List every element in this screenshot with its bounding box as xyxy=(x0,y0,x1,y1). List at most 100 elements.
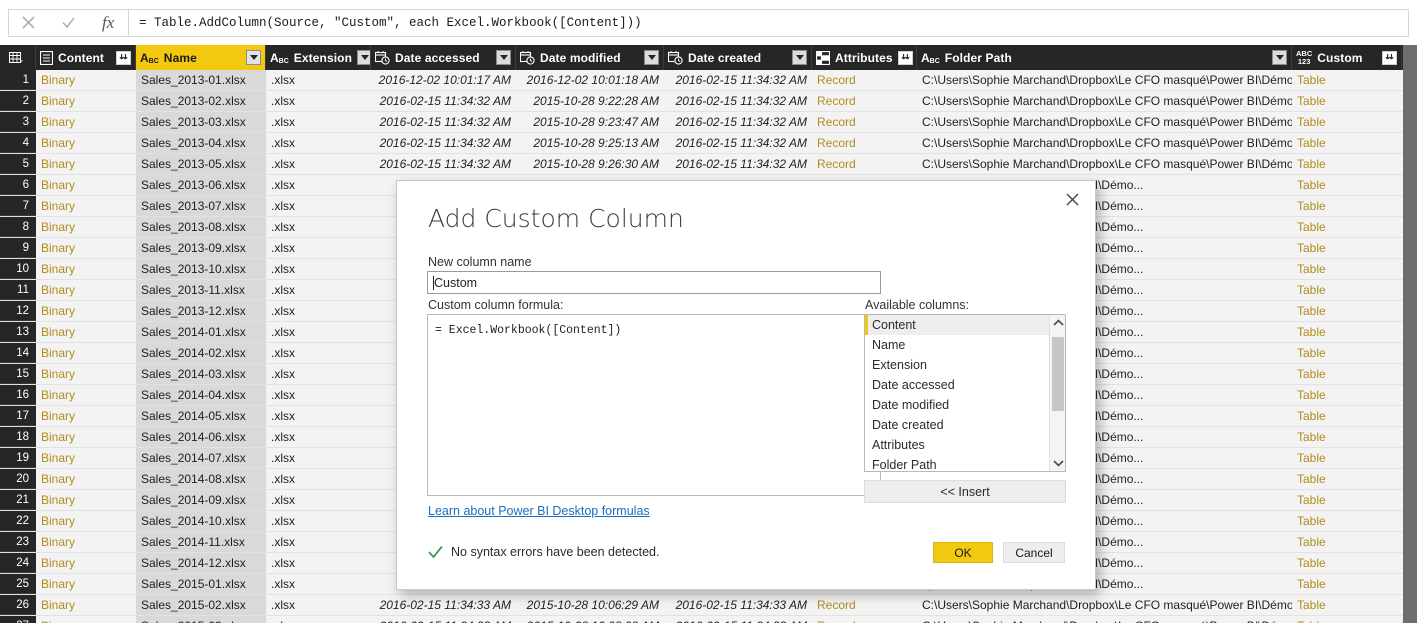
cell-ext[interactable]: .xlsx xyxy=(266,616,371,623)
column-filter-dropdown[interactable] xyxy=(644,50,659,65)
cell-custom[interactable]: Table xyxy=(1292,217,1402,237)
cell-content[interactable]: Binary xyxy=(36,553,136,573)
cell-ext[interactable]: .xlsx xyxy=(266,343,371,363)
cell-custom[interactable]: Table xyxy=(1292,322,1402,342)
cell-name[interactable]: Sales_2014-02.xlsx xyxy=(136,343,266,363)
cell-attributes[interactable]: Record xyxy=(812,595,917,615)
cell-content[interactable]: Binary xyxy=(36,70,136,90)
cell-content[interactable]: Binary xyxy=(36,385,136,405)
cell-name[interactable]: Sales_2013-02.xlsx xyxy=(136,91,266,111)
cell-name[interactable]: Sales_2013-12.xlsx xyxy=(136,301,266,321)
cell-content[interactable]: Binary xyxy=(36,511,136,531)
cell-name[interactable]: Sales_2015-02.xlsx xyxy=(136,595,266,615)
cell-attributes[interactable]: Record xyxy=(812,133,917,153)
cell-ext[interactable]: .xlsx xyxy=(266,406,371,426)
cell-content[interactable]: Binary xyxy=(36,301,136,321)
check-icon[interactable] xyxy=(51,10,85,36)
cell-folder[interactable]: C:\Users\Sophie Marchand\Dropbox\Le CFO … xyxy=(917,595,1292,615)
available-columns-list[interactable]: ContentNameExtensionDate accessedDate mo… xyxy=(864,314,1066,472)
column-header-name[interactable]: ABCName xyxy=(136,45,266,70)
available-column-item[interactable]: Extension xyxy=(865,355,1049,375)
table-row[interactable]: 1BinarySales_2013-01.xlsx.xlsx2016-12-02… xyxy=(0,70,1417,91)
cancel-x-icon[interactable] xyxy=(12,10,46,36)
cell-ext[interactable]: .xlsx xyxy=(266,238,371,258)
cell-name[interactable]: Sales_2014-11.xlsx xyxy=(136,532,266,552)
table-row[interactable]: 26BinarySales_2015-02.xlsx.xlsx2016-02-1… xyxy=(0,595,1417,616)
column-header-date-created[interactable]: Date created xyxy=(664,45,812,70)
cell-accessed[interactable]: 2016-02-15 11:34:33 AM xyxy=(371,616,516,623)
cell-accessed[interactable]: 2016-02-15 11:34:32 AM xyxy=(371,91,516,111)
cell-custom[interactable]: Table xyxy=(1292,469,1402,489)
custom-column-formula-input[interactable]: = Excel.Workbook([Content]) xyxy=(427,314,881,496)
cell-name[interactable]: Sales_2013-07.xlsx xyxy=(136,196,266,216)
expand-columns-icon[interactable] xyxy=(898,51,913,65)
cell-content[interactable]: Binary xyxy=(36,469,136,489)
cell-name[interactable]: Sales_2013-11.xlsx xyxy=(136,280,266,300)
cell-attributes[interactable]: Record xyxy=(812,616,917,623)
cell-content[interactable]: Binary xyxy=(36,280,136,300)
cell-custom[interactable]: Table xyxy=(1292,511,1402,531)
cell-ext[interactable]: .xlsx xyxy=(266,259,371,279)
cell-custom[interactable]: Table xyxy=(1292,301,1402,321)
cell-custom[interactable]: Table xyxy=(1292,364,1402,384)
cell-folder[interactable]: C:\Users\Sophie Marchand\Dropbox\Le CFO … xyxy=(917,70,1292,90)
table-row[interactable]: 27BinarySales_2015-03.xlsx.xlsx2016-02-1… xyxy=(0,616,1417,623)
cell-ext[interactable]: .xlsx xyxy=(266,154,371,174)
cell-custom[interactable]: Table xyxy=(1292,532,1402,552)
cell-attributes[interactable]: Record xyxy=(812,91,917,111)
column-filter-dropdown[interactable] xyxy=(246,50,261,65)
cell-ext[interactable]: .xlsx xyxy=(266,385,371,405)
cell-ext[interactable]: .xlsx xyxy=(266,322,371,342)
cell-name[interactable]: Sales_2013-03.xlsx xyxy=(136,112,266,132)
available-columns-scrollbar[interactable] xyxy=(1049,315,1065,471)
cell-accessed[interactable]: 2016-12-02 10:01:17 AM xyxy=(371,70,516,90)
cell-content[interactable]: Binary xyxy=(36,595,136,615)
cell-name[interactable]: Sales_2014-06.xlsx xyxy=(136,427,266,447)
cell-name[interactable]: Sales_2014-07.xlsx xyxy=(136,448,266,468)
chevron-down-icon[interactable] xyxy=(1050,455,1066,471)
cell-custom[interactable]: Table xyxy=(1292,133,1402,153)
cell-content[interactable]: Binary xyxy=(36,343,136,363)
cell-ext[interactable]: .xlsx xyxy=(266,427,371,447)
cell-content[interactable]: Binary xyxy=(36,406,136,426)
cell-name[interactable]: Sales_2014-09.xlsx xyxy=(136,490,266,510)
cell-custom[interactable]: Table xyxy=(1292,91,1402,111)
cell-content[interactable]: Binary xyxy=(36,154,136,174)
cell-modified[interactable]: 2016-12-02 10:01:18 AM xyxy=(516,70,664,90)
cell-name[interactable]: Sales_2015-03.xlsx xyxy=(136,616,266,623)
cell-content[interactable]: Binary xyxy=(36,322,136,342)
cell-accessed[interactable]: 2016-02-15 11:34:33 AM xyxy=(371,595,516,615)
cell-name[interactable]: Sales_2015-01.xlsx xyxy=(136,574,266,594)
cell-modified[interactable]: 2015-10-28 10:06:29 AM xyxy=(516,595,664,615)
cell-ext[interactable]: .xlsx xyxy=(266,448,371,468)
scrollbar-thumb[interactable] xyxy=(1052,337,1064,411)
cell-custom[interactable]: Table xyxy=(1292,259,1402,279)
cell-modified[interactable]: 2015-10-28 10:08:08 AM xyxy=(516,616,664,623)
cell-name[interactable]: Sales_2014-03.xlsx xyxy=(136,364,266,384)
cell-custom[interactable]: Table xyxy=(1292,196,1402,216)
column-header-date-accessed[interactable]: Date accessed xyxy=(371,45,516,70)
column-filter-dropdown[interactable] xyxy=(792,50,807,65)
cell-custom[interactable]: Table xyxy=(1292,112,1402,132)
cell-ext[interactable]: .xlsx xyxy=(266,91,371,111)
cell-ext[interactable]: .xlsx xyxy=(266,574,371,594)
column-filter-dropdown[interactable] xyxy=(357,50,371,65)
cell-modified[interactable]: 2015-10-28 9:25:13 AM xyxy=(516,133,664,153)
cell-content[interactable]: Binary xyxy=(36,574,136,594)
cell-attributes[interactable]: Record xyxy=(812,70,917,90)
close-icon[interactable] xyxy=(1057,186,1087,212)
cell-name[interactable]: Sales_2014-04.xlsx xyxy=(136,385,266,405)
column-header-custom[interactable]: ABC123Custom xyxy=(1292,45,1402,70)
cell-attributes[interactable]: Record xyxy=(812,154,917,174)
cell-folder[interactable]: C:\Users\Sophie Marchand\Dropbox\Le CFO … xyxy=(917,154,1292,174)
cell-ext[interactable]: .xlsx xyxy=(266,112,371,132)
cell-custom[interactable]: Table xyxy=(1292,385,1402,405)
column-header-content[interactable]: Content xyxy=(36,45,136,70)
cell-content[interactable]: Binary xyxy=(36,112,136,132)
cell-created[interactable]: 2016-02-15 11:34:32 AM xyxy=(664,70,812,90)
cell-custom[interactable]: Table xyxy=(1292,427,1402,447)
cell-ext[interactable]: .xlsx xyxy=(266,490,371,510)
cell-name[interactable]: Sales_2014-05.xlsx xyxy=(136,406,266,426)
cell-custom[interactable]: Table xyxy=(1292,280,1402,300)
cell-accessed[interactable]: 2016-02-15 11:34:32 AM xyxy=(371,154,516,174)
